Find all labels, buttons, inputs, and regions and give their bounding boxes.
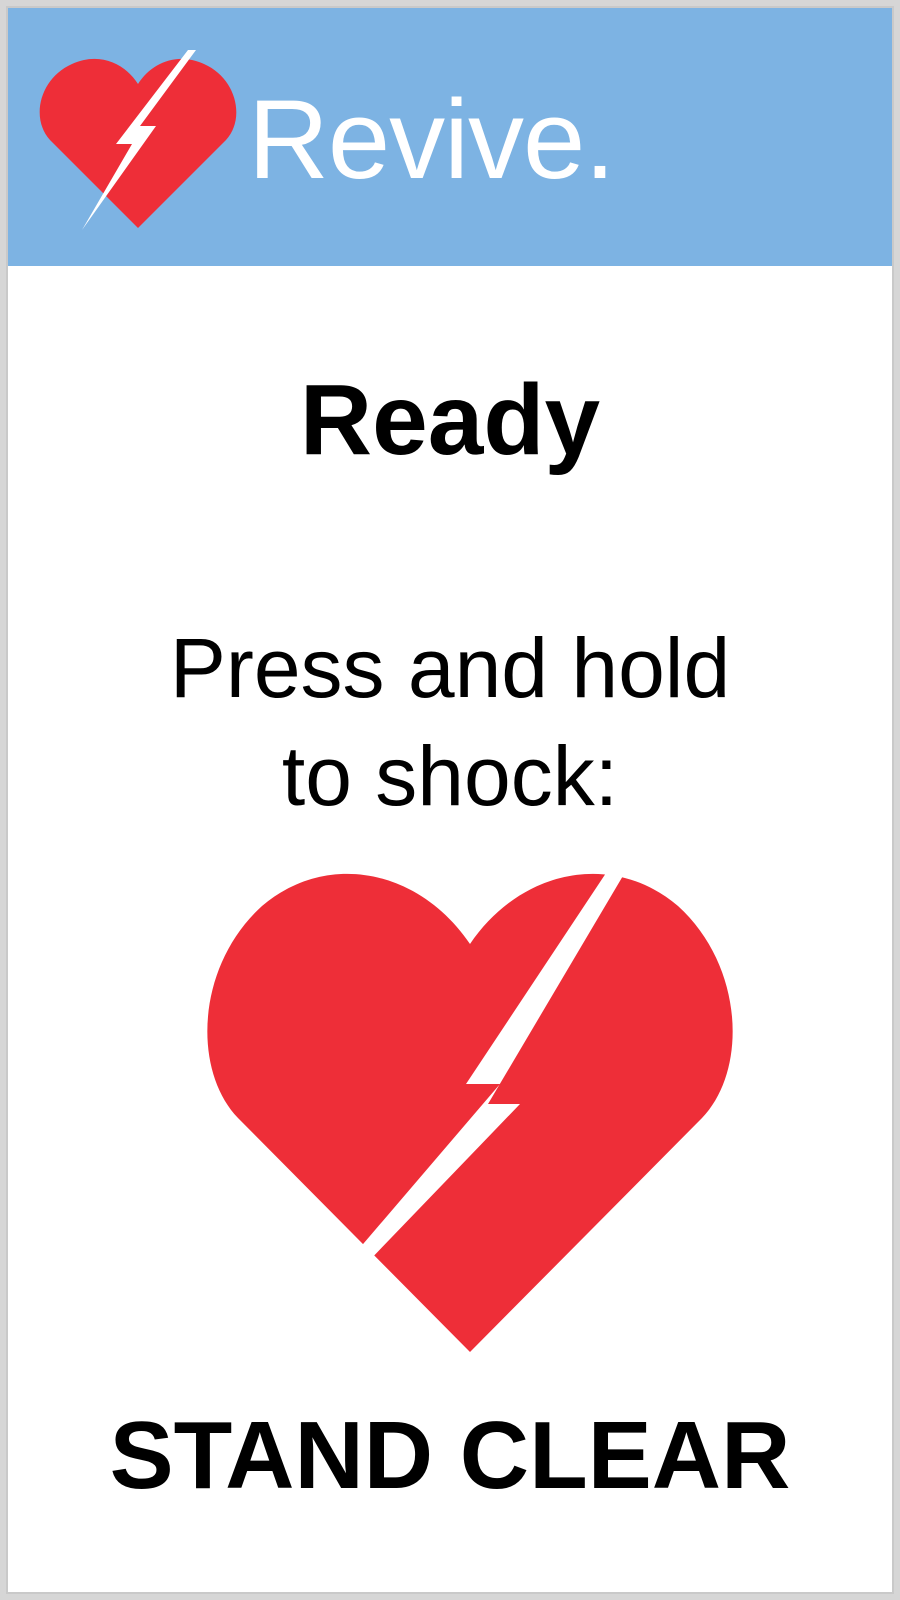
shock-button[interactable] [200,870,740,1356]
instruction-line-1: Press and hold [169,621,731,715]
heart-lightning-icon [207,870,733,1352]
stand-clear-warning: STAND CLEAR [109,1402,791,1509]
instruction-line-2: to shock: [281,729,619,823]
aed-screen: Revive. Ready Press and hold to shock: S… [6,6,894,1594]
status-title: Ready [299,364,601,476]
heart-lightning-icon [38,44,238,234]
brand-name: Revive. [248,77,615,202]
app-header: Revive. [8,8,892,266]
instruction-text: Press and hold to shock: [48,614,852,830]
